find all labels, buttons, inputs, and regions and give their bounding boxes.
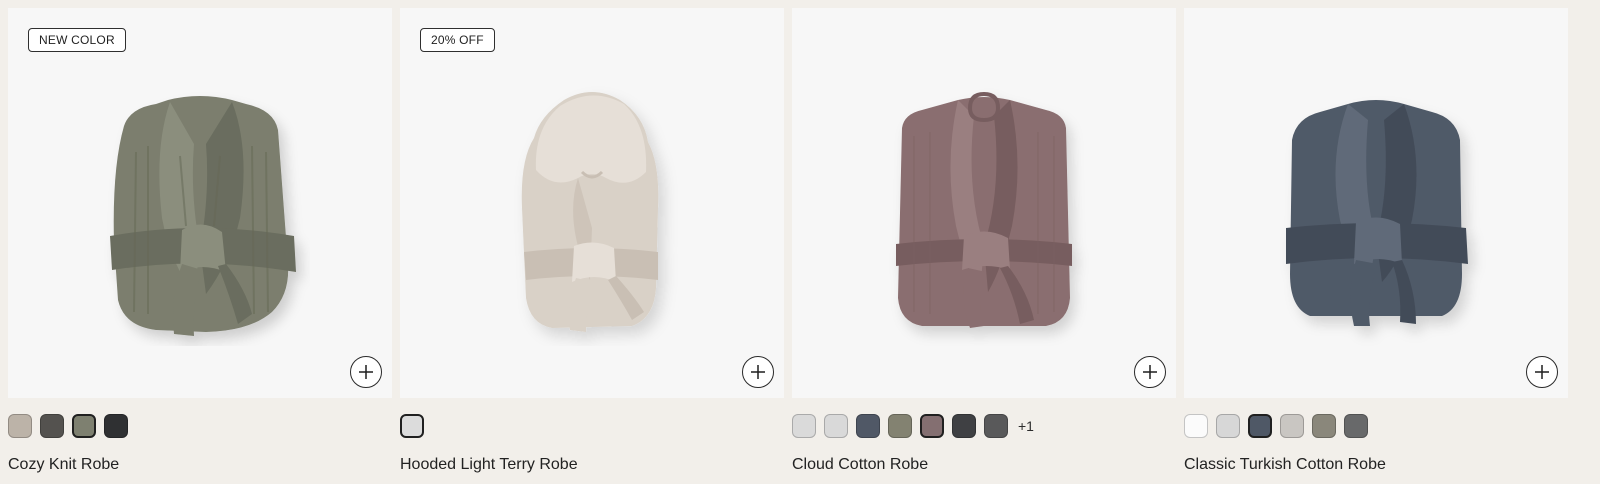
color-swatch-7[interactable] (984, 414, 1008, 438)
color-swatch-1[interactable] (792, 414, 816, 438)
plus-icon (751, 365, 765, 379)
robe-body (113, 96, 289, 332)
color-swatch-4[interactable] (104, 414, 128, 438)
robe-body (898, 97, 1070, 326)
add-to-cart-button[interactable] (742, 356, 774, 388)
color-swatch-1[interactable] (8, 414, 32, 438)
product-image-frame[interactable] (792, 8, 1176, 398)
color-swatch-6[interactable] (952, 414, 976, 438)
add-to-cart-button[interactable] (1526, 356, 1558, 388)
color-swatch-6[interactable] (1344, 414, 1368, 438)
color-swatch-1[interactable] (1184, 414, 1208, 438)
color-swatch-3[interactable] (856, 414, 880, 438)
product-card-cozy-knit-robe[interactable]: NEW COLOR Cozy Knit Robe (8, 8, 392, 484)
color-swatches (400, 413, 784, 439)
plus-icon (1535, 365, 1549, 379)
product-badge: 20% OFF (420, 28, 495, 52)
color-swatch-2[interactable] (40, 414, 64, 438)
robe-image (896, 91, 1072, 328)
color-swatches (8, 413, 392, 439)
product-card-classic-turkish-cotton-robe[interactable]: Classic Turkish Cotton Robe (1184, 8, 1568, 484)
product-grid: NEW COLOR Cozy Knit Robe 20% OFF Hooded … (0, 0, 1600, 484)
product-name[interactable]: Hooded Light Terry Robe (400, 456, 784, 474)
robe-image (521, 92, 659, 332)
product-name[interactable]: Cozy Knit Robe (8, 456, 392, 474)
product-name[interactable]: Cloud Cotton Robe (792, 456, 1176, 474)
color-swatch-1[interactable] (400, 414, 424, 438)
robe-body (1290, 100, 1462, 316)
add-to-cart-button[interactable] (350, 356, 382, 388)
color-swatch-5[interactable] (920, 414, 944, 438)
product-image-frame[interactable]: 20% OFF (400, 8, 784, 398)
more-colors-count[interactable]: +1 (1016, 414, 1034, 438)
color-swatch-5[interactable] (1312, 414, 1336, 438)
robe-belt-knot (962, 231, 1010, 270)
color-swatch-3[interactable] (72, 414, 96, 438)
color-swatches (1184, 413, 1568, 439)
product-name[interactable]: Classic Turkish Cotton Robe (1184, 456, 1568, 474)
product-badge: NEW COLOR (28, 28, 126, 52)
color-swatch-4[interactable] (1280, 414, 1304, 438)
plus-icon (359, 365, 373, 379)
color-swatches: +1 (792, 413, 1176, 439)
color-swatch-3[interactable] (1248, 414, 1272, 438)
product-card-cloud-cotton-robe[interactable]: +1 Cloud Cotton Robe (792, 8, 1176, 484)
product-card-hooded-light-terry-robe[interactable]: 20% OFF Hooded Light Terry Robe (400, 8, 784, 484)
robe-image (110, 96, 296, 336)
add-to-cart-button[interactable] (1134, 356, 1166, 388)
robe-belt-knot (572, 242, 616, 282)
product-image-frame[interactable] (1184, 8, 1568, 398)
color-swatch-2[interactable] (824, 414, 848, 438)
plus-icon (1143, 365, 1157, 379)
color-swatch-2[interactable] (1216, 414, 1240, 438)
product-image-frame[interactable]: NEW COLOR (8, 8, 392, 398)
color-swatch-4[interactable] (888, 414, 912, 438)
robe-belt-knot (180, 224, 226, 272)
robe-image (1286, 100, 1468, 326)
robe-belt-knot (1354, 217, 1402, 264)
